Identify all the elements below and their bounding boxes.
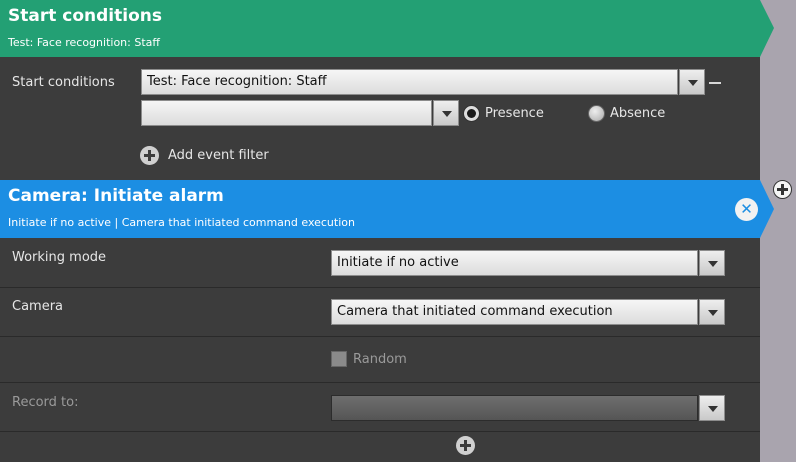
record-to-label: Record to: <box>12 395 79 410</box>
working-mode-label: Working mode <box>12 250 107 265</box>
add-parameter-icon[interactable] <box>456 436 475 455</box>
camera-value: Camera that initiated command execution <box>337 304 613 319</box>
remove-condition-icon[interactable] <box>709 82 721 84</box>
event-filter-dropdown-button[interactable] <box>433 100 459 126</box>
random-checkbox[interactable] <box>331 351 347 367</box>
start-header-arrow <box>760 0 774 57</box>
record-to-dropdown-button[interactable] <box>699 395 725 421</box>
random-label[interactable]: Random <box>353 352 407 367</box>
start-conditions-label: Start conditions <box>12 75 115 90</box>
absence-radio[interactable] <box>588 105 605 122</box>
action-header-arrow <box>760 180 774 238</box>
action-title: Camera: Initiate alarm <box>8 186 224 206</box>
start-condition-value: Test: Face recognition: Staff <box>147 74 327 89</box>
row-divider <box>0 336 760 337</box>
camera-select[interactable]: Camera that initiated command execution <box>331 299 698 325</box>
row-divider <box>0 382 760 383</box>
presence-label[interactable]: Presence <box>485 106 544 121</box>
add-event-filter-link[interactable]: Add event filter <box>168 148 269 163</box>
camera-dropdown-button[interactable] <box>699 299 725 325</box>
record-to-select[interactable] <box>331 395 698 421</box>
start-condition-dropdown-button[interactable] <box>679 69 705 95</box>
start-condition-select[interactable]: Test: Face recognition: Staff <box>141 69 678 95</box>
add-action-icon[interactable] <box>773 180 792 199</box>
action-header[interactable]: Camera: Initiate alarm Initiate if no ac… <box>0 180 774 238</box>
event-filter-select[interactable] <box>141 100 432 126</box>
close-action-icon[interactable]: ✕ <box>735 198 758 221</box>
start-conditions-title: Start conditions <box>8 6 162 26</box>
working-mode-dropdown-button[interactable] <box>699 250 725 276</box>
start-conditions-subtitle: Test: Face recognition: Staff <box>8 36 160 49</box>
camera-label: Camera <box>12 299 64 314</box>
working-mode-value: Initiate if no active <box>337 255 459 270</box>
action-subtitle: Initiate if no active | Camera that init… <box>8 216 355 229</box>
absence-label[interactable]: Absence <box>610 106 665 121</box>
presence-radio[interactable] <box>463 105 480 122</box>
start-conditions-header[interactable]: Start conditions Test: Face recognition:… <box>0 0 774 57</box>
row-divider <box>0 431 760 432</box>
add-event-filter-icon[interactable] <box>140 146 159 165</box>
row-divider <box>0 287 760 288</box>
working-mode-select[interactable]: Initiate if no active <box>331 250 698 276</box>
